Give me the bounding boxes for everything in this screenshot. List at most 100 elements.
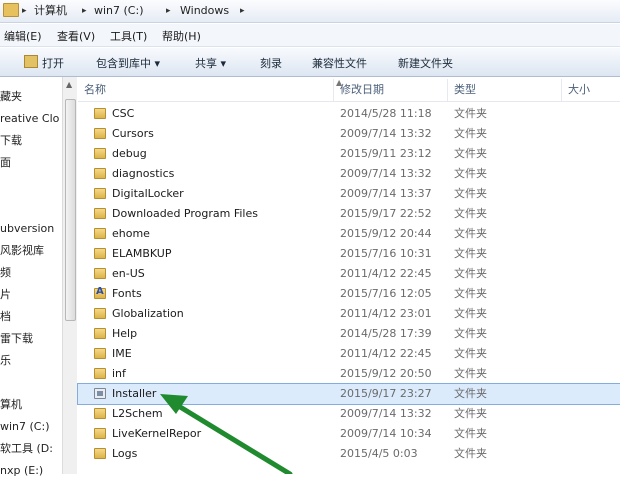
breadcrumb-drive[interactable]: win7 (C:) [94, 3, 144, 19]
file-type: 文件夹 [454, 287, 487, 300]
folder-icon [94, 308, 106, 319]
compatibility-files-button[interactable]: 兼容性文件 [312, 55, 367, 71]
table-row[interactable]: LiveKernelRepor 2009/7/14 10:34 文件夹 [78, 424, 620, 444]
file-name: Cursors [112, 127, 154, 140]
scroll-up-icon[interactable]: ▲ [66, 80, 72, 89]
column-header: ▲ 名称 修改日期 类型 大小 [78, 78, 620, 102]
menu-edit[interactable]: 编辑(E) [4, 28, 42, 44]
table-row[interactable]: ELAMBKUP 2015/7/16 10:31 文件夹 [78, 244, 620, 264]
nav-item[interactable]: 算机 [0, 397, 62, 413]
file-date: 2015/9/11 23:12 [340, 147, 432, 160]
new-folder-button[interactable]: 新建文件夹 [398, 55, 453, 71]
column-date[interactable]: 修改日期 [334, 79, 448, 101]
table-row[interactable]: diagnostics 2009/7/14 13:32 文件夹 [78, 164, 620, 184]
column-type[interactable]: 类型 [448, 79, 562, 101]
folder-icon [94, 328, 106, 339]
table-row-selected[interactable]: Installer 2015/9/17 23:27 文件夹 [77, 383, 620, 405]
nav-item[interactable]: 雷下载 [0, 331, 62, 347]
breadcrumb-separator-icon[interactable]: ▸ [22, 3, 27, 19]
nav-item[interactable]: 软工具 (D: [0, 441, 62, 457]
folder-icon [94, 128, 106, 139]
nav-item[interactable]: 藏夹 [0, 89, 62, 105]
file-type: 文件夹 [454, 227, 487, 240]
nav-item[interactable]: 档 [0, 309, 62, 325]
table-row[interactable]: Help 2014/5/28 17:39 文件夹 [78, 324, 620, 344]
breadcrumb-windows[interactable]: Windows [180, 3, 229, 19]
folder-icon [94, 248, 106, 259]
breadcrumb-separator-icon[interactable]: ▸ [82, 3, 87, 19]
open-button[interactable]: 打开 [42, 55, 64, 71]
file-date: 2009/7/14 13:32 [340, 407, 432, 420]
column-size[interactable]: 大小 [562, 79, 620, 101]
table-row[interactable]: inf 2015/9/12 20:50 文件夹 [78, 364, 620, 384]
nav-item[interactable]: nxp (E:) [0, 463, 62, 479]
menu-tools[interactable]: 工具(T) [110, 28, 147, 44]
table-row[interactable]: ehome 2015/9/12 20:44 文件夹 [78, 224, 620, 244]
file-date: 2015/9/12 20:44 [340, 227, 432, 240]
nav-item[interactable]: win7 (C:) [0, 419, 62, 435]
file-type: 文件夹 [454, 447, 487, 460]
file-date: 2009/7/14 10:34 [340, 427, 432, 440]
file-name: Downloaded Program Files [112, 207, 258, 220]
nav-item[interactable]: 乐 [0, 353, 62, 369]
folder-icon [94, 428, 106, 439]
table-row[interactable]: Downloaded Program Files 2015/9/17 22:52… [78, 204, 620, 224]
menu-help[interactable]: 帮助(H) [162, 28, 201, 44]
folder-icon [94, 368, 106, 379]
open-icon [24, 55, 38, 68]
file-type: 文件夹 [454, 167, 487, 180]
file-name: ehome [112, 227, 150, 240]
folder-icon [3, 3, 19, 17]
table-row[interactable]: Fonts 2015/7/16 12:05 文件夹 [78, 284, 620, 304]
folder-icon [94, 108, 106, 119]
file-date: 2015/9/17 22:52 [340, 207, 432, 220]
folder-icon [94, 188, 106, 199]
nav-item[interactable]: reative Clo [0, 111, 62, 127]
share-button[interactable]: 共享 ▾ [195, 55, 226, 71]
nav-item[interactable]: 片 [0, 287, 62, 303]
file-date: 2009/7/14 13:32 [340, 167, 432, 180]
burn-button[interactable]: 刻录 [260, 55, 282, 71]
file-name: LiveKernelRepor [112, 427, 202, 440]
file-type: 文件夹 [454, 347, 487, 360]
file-type: 文件夹 [454, 107, 487, 120]
navigation-pane: 藏夹 reative Clo 下载 面 ubversion 风影视库 频 片 档… [0, 77, 63, 477]
table-row[interactable]: Logs 2015/4/5 0:03 文件夹 [78, 444, 620, 464]
table-row[interactable]: Globalization 2011/4/12 23:01 文件夹 [78, 304, 620, 324]
nav-item[interactable]: 下载 [0, 133, 62, 149]
file-type: 文件夹 [454, 127, 487, 140]
breadcrumb-separator-icon[interactable]: ▸ [240, 3, 245, 19]
column-name[interactable]: 名称 [78, 79, 334, 101]
breadcrumb-computer[interactable]: 计算机 [34, 3, 67, 19]
file-date: 2015/4/5 0:03 [340, 447, 418, 460]
file-type: 文件夹 [454, 187, 487, 200]
nav-item[interactable]: 频 [0, 265, 62, 281]
file-date: 2014/5/28 17:39 [340, 327, 432, 340]
file-name: Logs [112, 447, 138, 460]
file-date: 2014/5/28 11:18 [340, 107, 432, 120]
include-in-library-button[interactable]: 包含到库中 ▾ [96, 55, 160, 71]
nav-item[interactable]: 风影视库 [0, 243, 62, 259]
file-date: 2015/9/12 20:50 [340, 367, 432, 380]
file-name: en-US [112, 267, 145, 280]
table-row[interactable]: L2Schem 2009/7/14 13:32 文件夹 [78, 404, 620, 424]
table-row[interactable]: DigitalLocker 2009/7/14 13:37 文件夹 [78, 184, 620, 204]
menu-view[interactable]: 查看(V) [57, 28, 95, 44]
table-row[interactable]: debug 2015/9/11 23:12 文件夹 [78, 144, 620, 164]
table-row[interactable]: en-US 2011/4/12 22:45 文件夹 [78, 264, 620, 284]
table-row[interactable]: Cursors 2009/7/14 13:32 文件夹 [78, 124, 620, 144]
file-name: ELAMBKUP [112, 247, 172, 260]
table-row[interactable]: IME 2011/4/12 22:45 文件夹 [78, 344, 620, 364]
fonts-folder-icon [94, 286, 106, 299]
address-bar[interactable]: ▸ 计算机 ▸ win7 (C:) ▸ Windows ▸ [0, 0, 620, 23]
file-name: inf [112, 367, 126, 380]
nav-item[interactable]: 面 [0, 155, 62, 171]
nav-scrollbar[interactable]: ▲ [62, 77, 77, 474]
file-date: 2009/7/14 13:32 [340, 127, 432, 140]
command-bar: 打开 包含到库中 ▾ 共享 ▾ 刻录 兼容性文件 新建文件夹 [0, 48, 620, 77]
nav-item[interactable]: ubversion [0, 221, 62, 237]
table-row[interactable]: CSC 2014/5/28 11:18 文件夹 [78, 104, 620, 124]
scrollbar-thumb[interactable] [65, 99, 76, 321]
file-name: L2Schem [112, 407, 163, 420]
breadcrumb-separator-icon[interactable]: ▸ [166, 3, 171, 19]
